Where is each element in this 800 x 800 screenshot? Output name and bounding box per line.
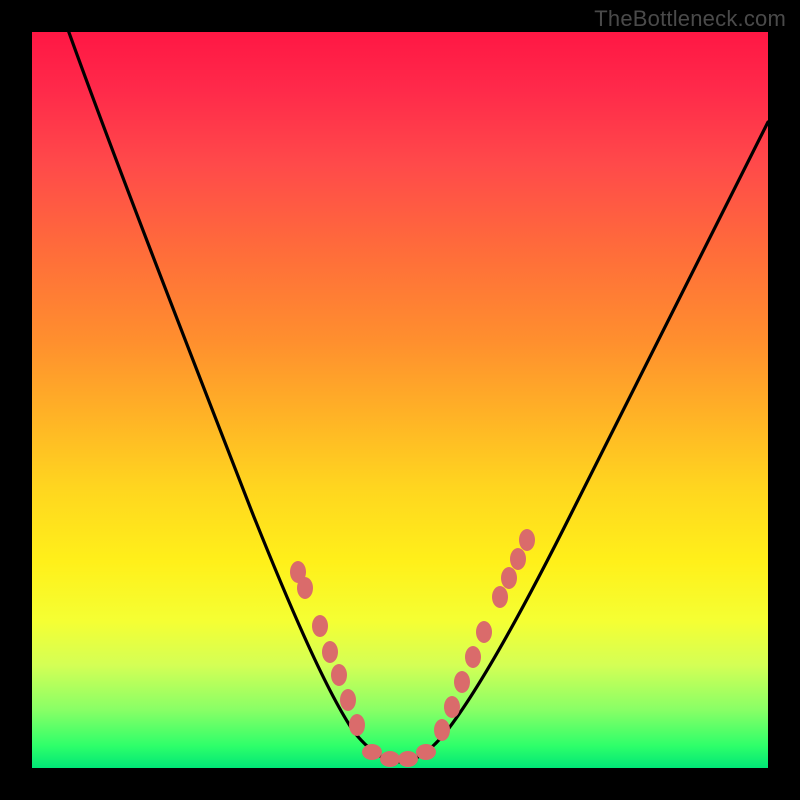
bottleneck-curve [69, 32, 768, 762]
watermark-text: TheBottleneck.com [594, 6, 786, 32]
bottleneck-curve-svg [32, 32, 768, 768]
plot-area [32, 32, 768, 768]
chart-frame: TheBottleneck.com [0, 0, 800, 800]
